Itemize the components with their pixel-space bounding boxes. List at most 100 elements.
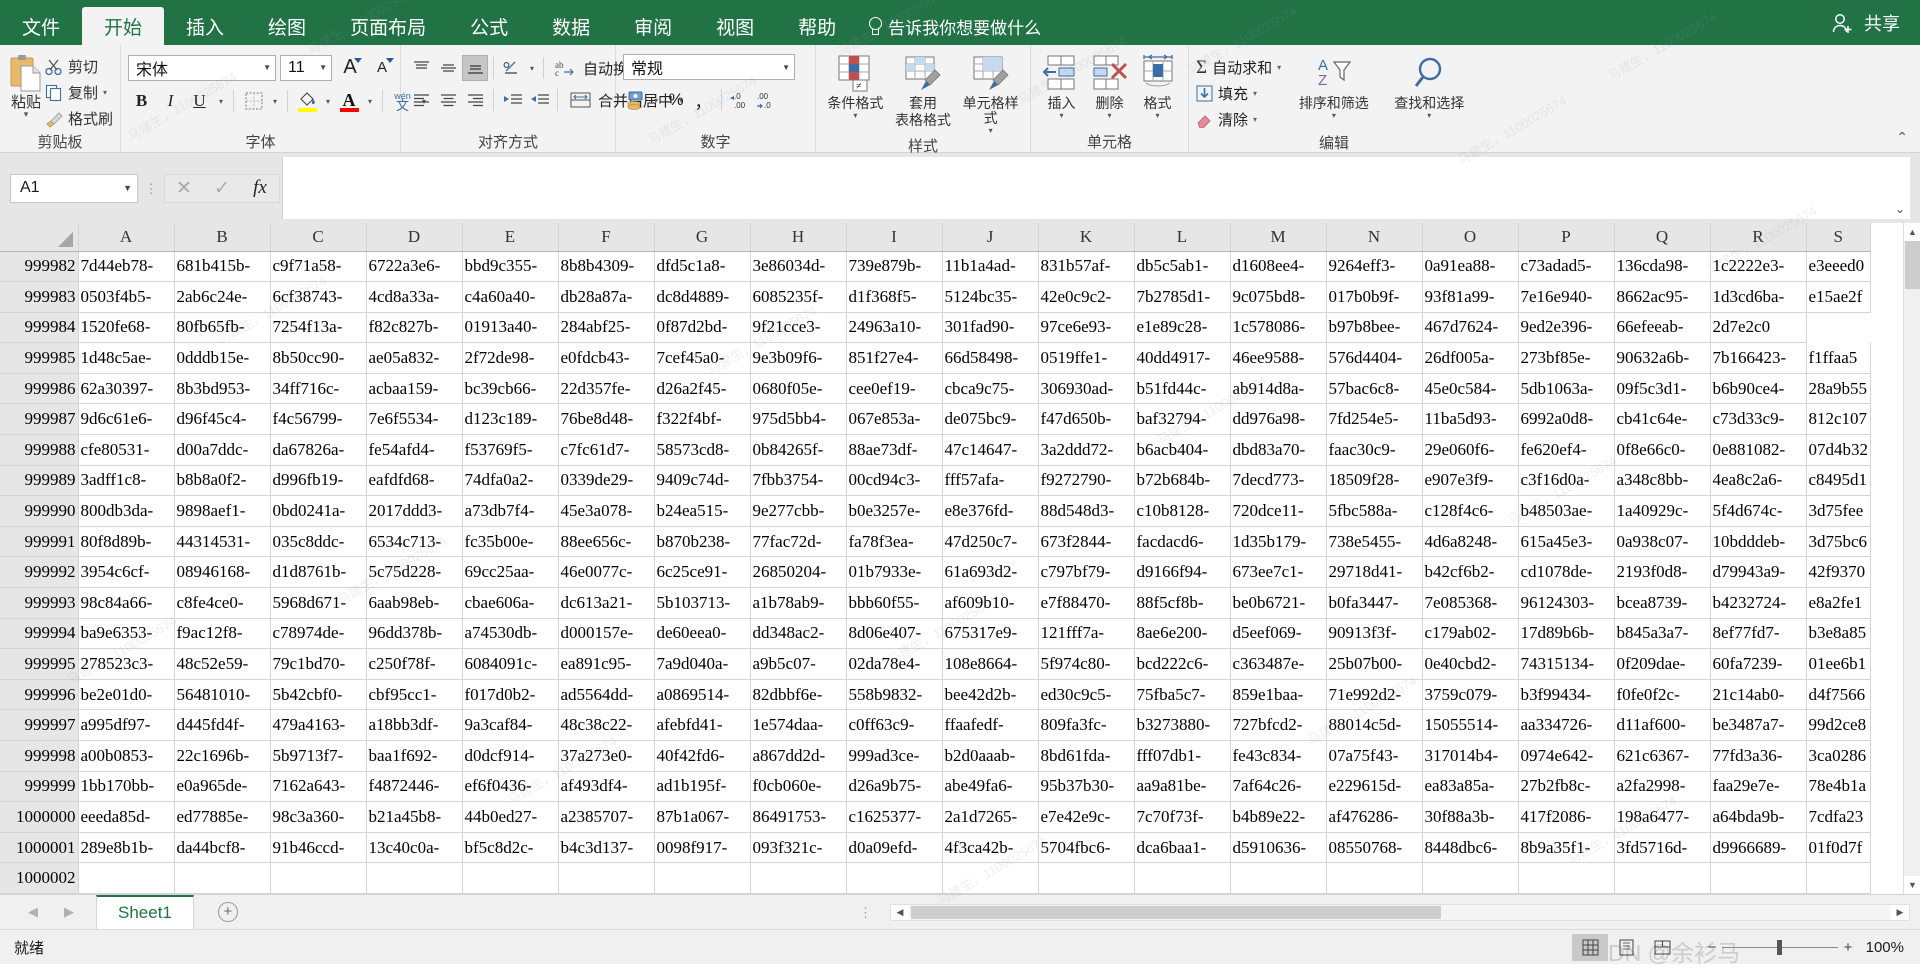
grid-cell[interactable]: 317014b4- [1422, 740, 1519, 772]
grid-cell[interactable]: f9ac12f8- [174, 618, 271, 650]
format-dropdown-caret[interactable]: ▾ [1155, 111, 1159, 120]
name-box[interactable]: A1 ▼ [10, 173, 138, 203]
row-header[interactable]: 999986 [0, 373, 79, 405]
grid-cell[interactable]: e229615d- [1326, 771, 1423, 803]
accounting-format-button[interactable] [623, 87, 649, 114]
grid-cell[interactable]: 9264eff3- [1326, 251, 1423, 283]
grid-cell[interactable]: b24ea515- [654, 495, 751, 527]
bold-button[interactable]: B [128, 88, 155, 115]
underline-button[interactable]: U [186, 88, 213, 115]
grid-cell[interactable]: 26850204- [750, 556, 847, 589]
grid-cell[interactable]: f0cb060e- [750, 771, 847, 803]
grid-cell[interactable]: 76be8d48- [558, 403, 655, 436]
row-header[interactable]: 999997 [0, 709, 79, 741]
grid-cell[interactable]: a74530db- [462, 618, 559, 650]
grid-cell[interactable]: f322f4bf- [654, 403, 751, 436]
grid-cell[interactable]: 417f2086- [1518, 801, 1615, 833]
column-header-k[interactable]: K [1038, 223, 1135, 252]
grid-cell[interactable]: f017d0b2- [462, 679, 559, 711]
grid-cell[interactable]: 3d75fee [1806, 495, 1871, 527]
grid-cell[interactable]: c9f71a58- [270, 251, 367, 283]
grid-cell[interactable]: d26a9b75- [846, 771, 943, 803]
grid-cell[interactable]: 621c6367- [1614, 740, 1711, 772]
percent-style-button[interactable]: % [663, 87, 689, 114]
grid-cell[interactable]: 5124bc35- [942, 281, 1039, 313]
tell-me-search[interactable]: 告诉我你想要做什么 [858, 7, 1055, 45]
fill-color-button[interactable] [294, 90, 320, 112]
grid-cell[interactable]: 27b2fb8c- [1518, 771, 1615, 803]
grid-cell[interactable]: 108e8664- [942, 648, 1039, 680]
grid-cell[interactable]: ad5564dd- [558, 679, 655, 711]
align-top-button[interactable] [408, 55, 434, 81]
grid-cell[interactable]: 62a30397- [78, 373, 175, 405]
grid-cell[interactable]: 2f72de98- [462, 342, 559, 374]
grid-cell[interactable]: 46e0077c- [558, 556, 655, 589]
grid-cell[interactable]: 035c8ddc- [270, 526, 367, 558]
align-right-button[interactable] [462, 87, 488, 113]
grid-cell[interactable]: 90913f3f- [1326, 618, 1423, 650]
grid-cell[interactable]: 0dddb15e- [174, 342, 271, 374]
grid-cell[interactable]: ea891c95- [558, 648, 655, 680]
underline-dropdown-caret[interactable]: ▾ [215, 97, 227, 106]
grid-cell[interactable]: cbf95cc1- [366, 679, 463, 711]
grid-cell[interactable]: bbb60f55- [846, 587, 943, 619]
grid-cell[interactable] [1710, 862, 1807, 894]
autosum-dropdown-caret[interactable]: ▾ [1277, 63, 1281, 72]
grid-cell[interactable]: 673ee7c1- [1230, 556, 1327, 589]
grid-cell[interactable]: 273bf85e- [1518, 342, 1615, 374]
grid-cell[interactable]: 11ba5d93- [1422, 403, 1519, 436]
ribbon-tab-formulas[interactable]: 公式 [448, 7, 530, 45]
comma-style-button[interactable]: ， [690, 87, 716, 114]
grid-cell[interactable]: 00cd94c3- [846, 465, 943, 497]
grid-cell[interactable]: 3adff1c8- [78, 465, 175, 497]
grid-cell[interactable]: 4cd8a33a- [366, 281, 463, 313]
row-header[interactable]: 999992 [0, 556, 79, 589]
grid-cell[interactable]: d000157e- [558, 618, 655, 650]
grid-cell[interactable]: a867dd2d- [750, 740, 847, 772]
grid-cell[interactable]: db5c5ab1- [1134, 251, 1231, 283]
column-header-d[interactable]: D [366, 223, 463, 252]
zoom-slider[interactable]: − + [1702, 939, 1858, 956]
grid-cell[interactable]: 7e16e940- [1518, 281, 1615, 313]
grid-cell[interactable]: 5b103713- [654, 587, 751, 619]
confirm-icon[interactable]: ✓ [203, 175, 241, 202]
orientation-button[interactable] [499, 55, 525, 81]
grid-cell[interactable]: 74dfa0a2- [462, 465, 559, 497]
grid-cell[interactable]: c78974de- [270, 618, 367, 650]
grid-cell[interactable]: aa9a81be- [1134, 771, 1231, 803]
grid-cell[interactable]: 40dd4917- [1134, 342, 1231, 374]
grid-cell[interactable]: d96f45c4- [174, 403, 271, 436]
column-header-j[interactable]: J [942, 223, 1039, 252]
grid-cell[interactable]: 7decd773- [1230, 465, 1327, 497]
grid-cell[interactable]: f53769f5- [462, 434, 559, 466]
grid-cell[interactable]: 831b57af- [1038, 251, 1135, 283]
column-header-c[interactable]: C [270, 223, 367, 252]
grid-cell[interactable]: 29e060f6- [1422, 434, 1519, 466]
fill-dropdown-caret[interactable]: ▾ [1253, 89, 1257, 98]
grid-cell[interactable]: 87b1a067- [654, 801, 751, 833]
grid-cell[interactable]: 30f88a3b- [1422, 801, 1519, 833]
grid-cell[interactable]: dbd83a70- [1230, 434, 1327, 466]
grid-cell[interactable]: b3273880- [1134, 709, 1231, 741]
grid-cell[interactable]: 66d58498- [942, 342, 1039, 374]
grid-cell[interactable]: 69cc25aa- [462, 556, 559, 589]
grid-cell[interactable]: a2fa2998- [1614, 771, 1711, 803]
grid-cell[interactable]: b6acb404- [1134, 434, 1231, 466]
grid-cell[interactable]: a0869514- [654, 679, 751, 711]
grid-cell[interactable]: 48c38c22- [558, 709, 655, 741]
grid-cell[interactable]: 5fbc588a- [1326, 495, 1423, 527]
grid-cell[interactable]: 0519ffe1- [1038, 342, 1135, 374]
fill-button[interactable]: 填充 ▾ [1196, 81, 1281, 106]
grid-cell[interactable]: 95b37b30- [1038, 771, 1135, 803]
grid-cell[interactable]: ed77885e- [174, 801, 271, 833]
row-header[interactable]: 999993 [0, 587, 79, 619]
grid-cell[interactable]: 45e3a078- [558, 495, 655, 527]
zoom-level[interactable]: 100% [1858, 939, 1920, 956]
scroll-up-icon[interactable]: ▲ [1904, 223, 1920, 241]
grid-cell[interactable]: baa1f692- [366, 740, 463, 772]
grid-cell[interactable]: 999ad3ce- [846, 740, 943, 772]
column-header-s[interactable]: S [1806, 223, 1871, 252]
grid-cell[interactable]: 1c2222e3- [1710, 251, 1807, 283]
grid-cell[interactable]: da44bcf8- [174, 832, 271, 864]
row-header[interactable]: 999982 [0, 251, 79, 283]
